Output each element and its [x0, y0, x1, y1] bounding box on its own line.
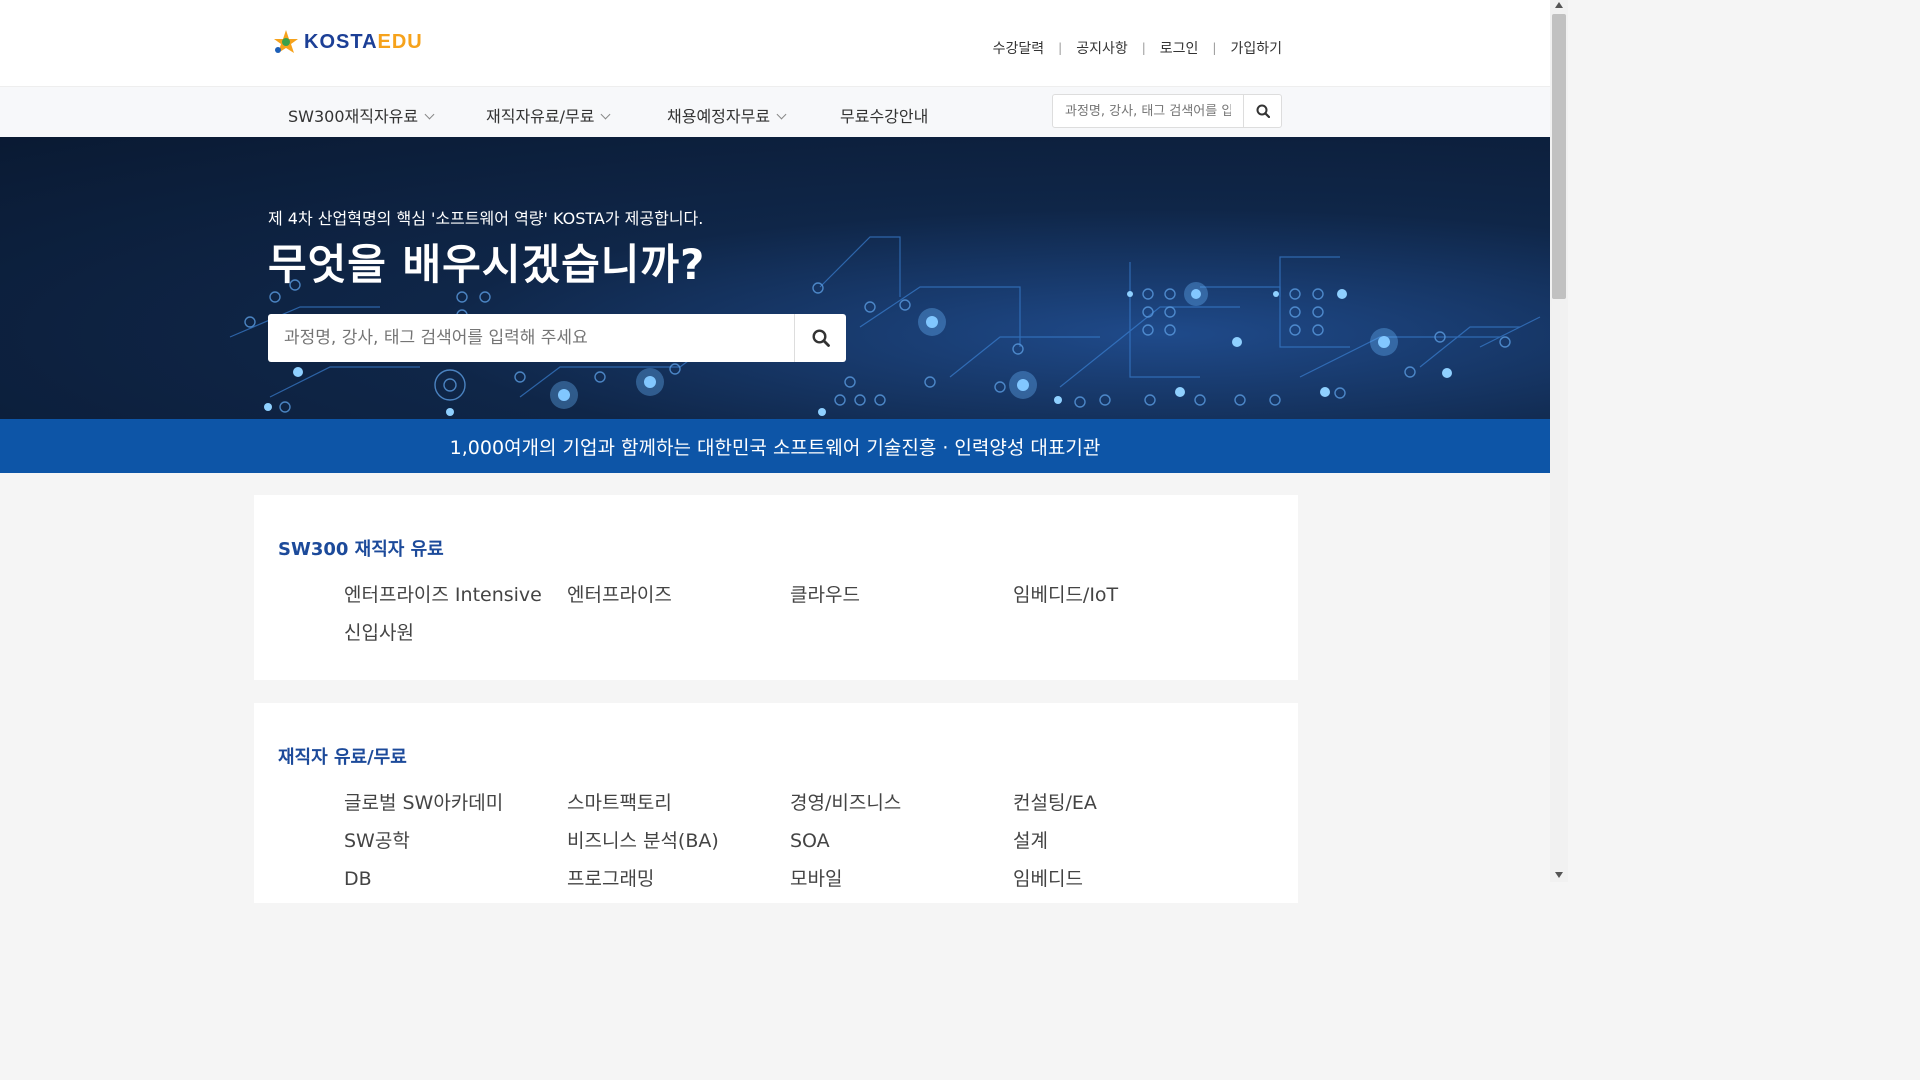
category-link[interactable]: 엔터프라이즈 [567, 583, 790, 607]
nav-item-label: SW300재직자유료 [288, 107, 419, 126]
category-link[interactable]: 프로그래밍 [567, 867, 790, 891]
signup-link[interactable]: 가입하기 [1230, 38, 1282, 58]
category-link[interactable]: SW공학 [344, 829, 567, 853]
nav-search-button[interactable] [1243, 95, 1281, 127]
divider: | [1058, 41, 1063, 55]
tagline-banner: 1,000여개의 기업과 함께하는 대한민국 소프트웨어 기술진흥 · 인력양성… [0, 419, 1550, 473]
category-link[interactable]: 클라우드 [790, 583, 1013, 607]
category-link[interactable]: DB [344, 867, 567, 891]
chevron-down-icon [424, 109, 435, 119]
category-link[interactable]: 스마트팩토리 [567, 791, 790, 815]
category-section-sw300: SW300 재직자 유료 엔터프라이즈 Intensive 엔터프라이즈 클라우… [254, 495, 1298, 680]
hero-search-box [268, 314, 846, 362]
main-nav: SW300재직자유료 재직자유료/무료 채용예정자무료 무료수강안내 [0, 86, 1550, 137]
scroll-down-arrow-icon[interactable] [1555, 872, 1563, 878]
hero-search-button[interactable] [794, 314, 846, 362]
logo-wordmark: KOSTAEDU [304, 31, 423, 54]
hero-title: 무엇을 배우시겠습니까? [268, 240, 706, 289]
search-icon [811, 329, 830, 347]
category-link[interactable]: 엔터프라이즈 Intensive [344, 583, 567, 607]
category-link[interactable]: 임베디드/IoT [1013, 583, 1236, 607]
category-link[interactable]: 설계 [1013, 829, 1236, 853]
nav-item-label: 재직자유료/무료 [486, 107, 595, 126]
scrollbar-thumb[interactable] [1552, 14, 1566, 299]
category-link[interactable]: 글로벌 SW아카데미 [344, 791, 567, 815]
nav-item-sw300[interactable]: SW300재직자유료 [288, 103, 486, 127]
banner-text: 1,000여개의 기업과 함께하는 대한민국 소프트웨어 기술진흥 · 인력양성… [449, 436, 1101, 459]
nav-item-jobseeker[interactable]: 채용예정자무료 [667, 103, 840, 127]
category-grid: 엔터프라이즈 Intensive 엔터프라이즈 클라우드 임베디드/IoT 신입… [344, 583, 1236, 645]
category-link[interactable]: 모바일 [790, 867, 1013, 891]
search-icon [1256, 104, 1270, 118]
circuit-background-image [229, 236, 1541, 416]
section-title: SW300 재직자 유료 [278, 539, 444, 560]
chevron-down-icon [600, 109, 611, 119]
nav-item-label: 무료수강안내 [840, 107, 929, 126]
top-header: KOSTAEDU 수강달력 | 공지사항 | 로그인 | 가입하기 [0, 0, 1550, 86]
chevron-down-icon [776, 109, 787, 119]
category-link[interactable]: 경영/비즈니스 [790, 791, 1013, 815]
nav-item-employee[interactable]: 재직자유료/무료 [486, 103, 667, 127]
star-logo-icon [272, 28, 300, 56]
logo-text-edu: EDU [377, 30, 423, 53]
calendar-link[interactable]: 수강달력 [993, 38, 1045, 58]
category-grid: 글로벌 SW아카데미 스마트팩토리 경영/비즈니스 컨설팅/EA SW공학 비즈… [344, 791, 1236, 891]
nav-search-input[interactable] [1053, 95, 1243, 127]
category-link[interactable]: SOA [790, 829, 1013, 853]
section-title: 재직자 유료/무료 [278, 747, 407, 768]
scroll-up-arrow-icon[interactable] [1555, 2, 1563, 8]
notice-link[interactable]: 공지사항 [1076, 38, 1128, 58]
category-section-employee: 재직자 유료/무료 글로벌 SW아카데미 스마트팩토리 경영/비즈니스 컨설팅/… [254, 703, 1298, 903]
category-link[interactable]: 임베디드 [1013, 867, 1236, 891]
category-link[interactable]: 비즈니스 분석(BA) [567, 829, 790, 853]
nav-menu: SW300재직자유료 재직자유료/무료 채용예정자무료 무료수강안내 [288, 103, 928, 127]
divider: | [1141, 41, 1146, 55]
logo-text-kosta: KOSTA [304, 30, 378, 53]
hero-search-input[interactable] [268, 314, 794, 362]
divider: | [1212, 41, 1217, 55]
hero-subtitle: 제 4차 산업혁명의 핵심 '소프트웨어 역량' KOSTA가 제공합니다. [268, 209, 704, 228]
category-link[interactable]: 컨설팅/EA [1013, 791, 1236, 815]
nav-search-box [1052, 94, 1282, 128]
page-scrollbar[interactable] [1550, 0, 1568, 882]
kosta-edu-logo[interactable]: KOSTAEDU [272, 28, 423, 56]
login-link[interactable]: 로그인 [1160, 38, 1199, 58]
nav-item-free-guide[interactable]: 무료수강안내 [840, 103, 928, 127]
category-link[interactable]: 신입사원 [344, 621, 567, 645]
hero-section: 제 4차 산업혁명의 핵심 '소프트웨어 역량' KOSTA가 제공합니다. 무… [0, 137, 1550, 419]
utility-links: 수강달력 | 공지사항 | 로그인 | 가입하기 [993, 38, 1282, 58]
nav-item-label: 채용예정자무료 [667, 107, 771, 126]
